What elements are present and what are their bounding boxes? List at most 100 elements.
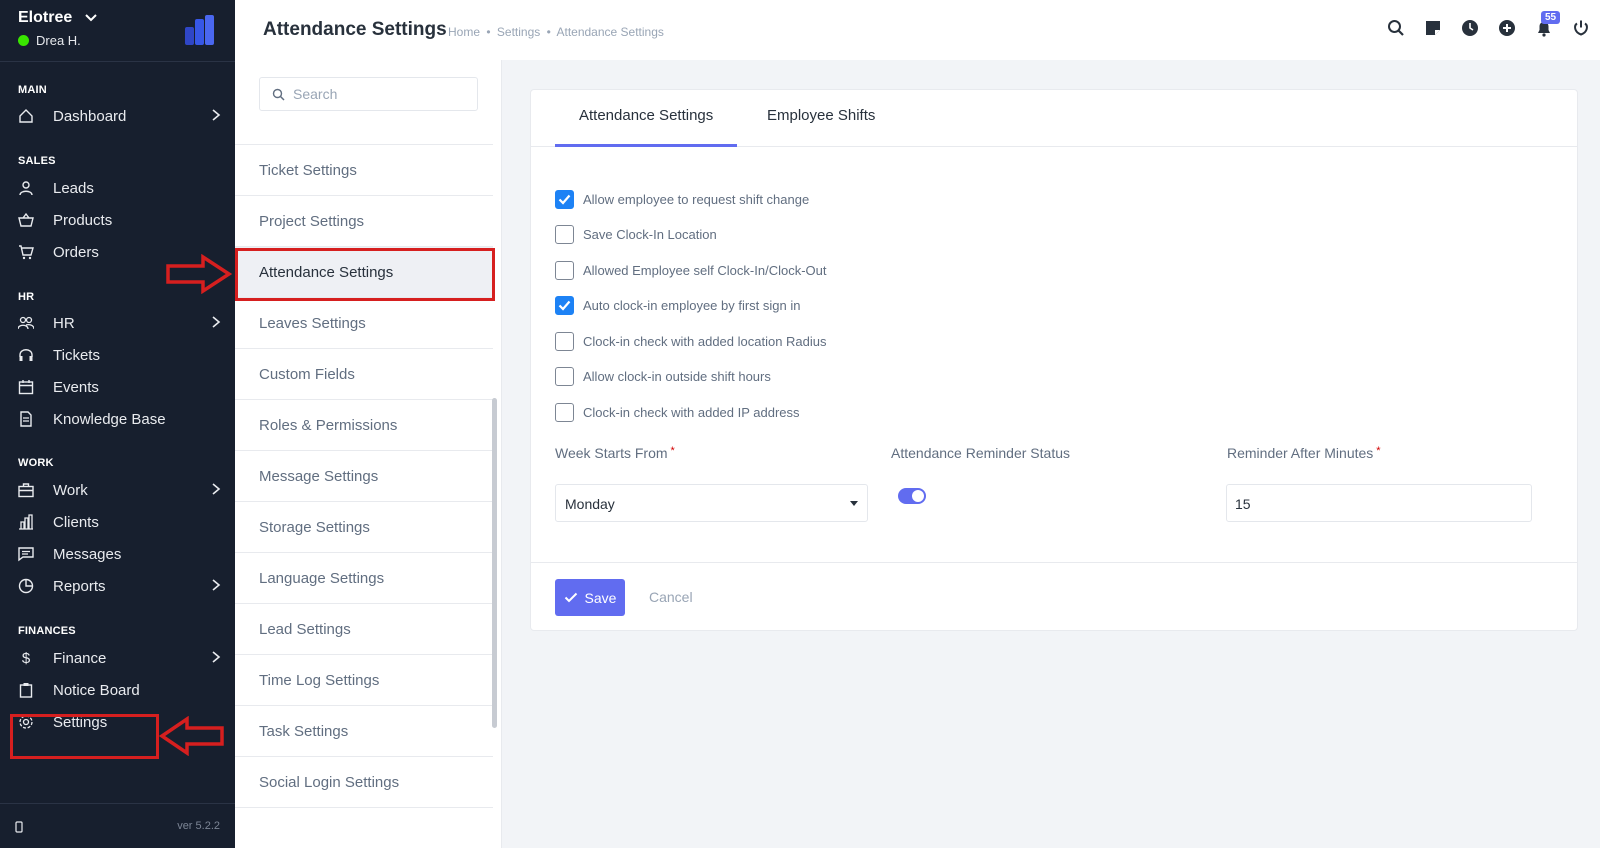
settings-menu-item-task[interactable]: Task Settings — [235, 706, 493, 757]
checkbox-unchecked[interactable] — [555, 367, 574, 386]
week-starts-label: Week Starts From * — [555, 445, 675, 461]
sidebar-item-work[interactable]: Work — [0, 475, 235, 505]
checkbox-unchecked[interactable] — [555, 261, 574, 280]
settings-menu-item-language[interactable]: Language Settings — [235, 553, 493, 604]
add-icon[interactable] — [1498, 19, 1516, 37]
checkbox-row[interactable]: Allow employee to request shift change — [555, 190, 809, 209]
required-mark: * — [1376, 445, 1381, 457]
building-icon — [17, 514, 35, 530]
sidebar-item-label: HR — [53, 314, 75, 332]
breadcrumb-separator: • — [546, 25, 551, 39]
checkbox-row[interactable]: Clock-in check with added IP address — [555, 403, 800, 422]
sidebar-item-label: Messages — [53, 545, 122, 563]
sidebar-item-leads[interactable]: Leads — [0, 173, 235, 203]
chevron-right-icon — [211, 578, 221, 596]
settings-menu-item-lead[interactable]: Lead Settings — [235, 604, 493, 655]
save-button[interactable]: Save — [555, 579, 625, 616]
breadcrumb-home[interactable]: Home — [448, 25, 480, 39]
sticky-note-icon[interactable] — [1424, 19, 1442, 37]
search-icon[interactable] — [1387, 19, 1405, 37]
pie-chart-icon — [17, 578, 35, 594]
sidebar-item-hr[interactable]: HR — [0, 308, 235, 338]
checkbox-label: Auto clock-in employee by first sign in — [583, 298, 801, 313]
breadcrumb-current: Attendance Settings — [556, 25, 664, 39]
sidebar-item-products[interactable]: Products — [0, 205, 235, 235]
checkbox-unchecked[interactable] — [555, 403, 574, 422]
mobile-icon[interactable] — [15, 820, 23, 838]
sidebar-item-clients[interactable]: Clients — [0, 507, 235, 537]
sidebar-item-label: Reports — [53, 577, 106, 595]
sidebar-item-messages[interactable]: Messages — [0, 539, 235, 569]
checkbox-row[interactable]: Auto clock-in employee by first sign in — [555, 296, 800, 315]
bell-icon[interactable]: 55 — [1535, 11, 1561, 37]
chat-icon — [17, 546, 35, 562]
checkbox-label: Save Clock-In Location — [583, 227, 717, 242]
checkbox-checked[interactable] — [555, 296, 574, 315]
sidebar-item-events[interactable]: Events — [0, 372, 235, 402]
settings-menu-item-storage[interactable]: Storage Settings — [235, 502, 493, 553]
reminder-minutes-input[interactable]: 15 — [1226, 484, 1532, 522]
settings-menu-item-roles[interactable]: Roles & Permissions — [235, 400, 493, 451]
settings-menu-item-leaves[interactable]: Leaves Settings — [235, 298, 493, 349]
reminder-minutes-value: 15 — [1235, 496, 1251, 512]
breadcrumb-separator: • — [486, 25, 491, 39]
sidebar-item-finance[interactable]: $ Finance — [0, 643, 235, 673]
sidebar-item-knowledge-base[interactable]: Knowledge Base — [0, 404, 235, 434]
power-icon[interactable] — [1572, 19, 1590, 37]
settings-search-input[interactable] — [293, 86, 463, 102]
checkbox-checked[interactable] — [555, 190, 574, 209]
section-finances: FINANCES — [18, 625, 76, 637]
highlight-box — [10, 714, 159, 759]
sidebar-item-tickets[interactable]: Tickets — [0, 340, 235, 370]
person-icon — [17, 180, 35, 196]
chevron-right-icon — [211, 482, 221, 500]
checkbox-unchecked[interactable] — [555, 332, 574, 351]
section-work: WORK — [18, 457, 54, 469]
user-status[interactable]: Drea H. — [18, 33, 81, 48]
sidebar-item-label: Tickets — [53, 346, 100, 364]
settings-menu-item-partial[interactable] — [235, 128, 493, 145]
tab-attendance-settings[interactable]: Attendance Settings — [555, 107, 737, 147]
cancel-button[interactable]: Cancel — [649, 589, 693, 605]
checkbox-unchecked[interactable] — [555, 225, 574, 244]
breadcrumb-settings[interactable]: Settings — [497, 25, 540, 39]
cart-icon — [17, 244, 35, 260]
sidebar-item-notice-board[interactable]: Notice Board — [0, 675, 235, 705]
settings-menu-item-social-login[interactable]: Social Login Settings — [235, 757, 493, 808]
topbar: Attendance Settings Home • Settings • At… — [235, 0, 1600, 60]
checkbox-row[interactable]: Allowed Employee self Clock-In/Clock-Out — [555, 261, 826, 280]
settings-menu-scrollbar[interactable] — [491, 128, 497, 848]
settings-menu-item-custom-fields[interactable]: Custom Fields — [235, 349, 493, 400]
settings-menu-item-project[interactable]: Project Settings — [235, 196, 493, 247]
checkbox-label: Allow employee to request shift change — [583, 192, 810, 207]
settings-menu-item-message[interactable]: Message Settings — [235, 451, 493, 502]
clock-icon[interactable] — [1461, 19, 1479, 37]
clipboard-icon — [17, 682, 35, 698]
sidebar-item-dashboard[interactable]: Dashboard — [0, 101, 235, 131]
settings-menu-item-ticket[interactable]: Ticket Settings — [235, 145, 493, 196]
section-hr: HR — [18, 291, 35, 303]
reminder-status-toggle[interactable] — [898, 488, 926, 504]
week-starts-select[interactable]: Monday — [555, 484, 868, 522]
scrollbar-thumb[interactable] — [492, 398, 497, 728]
tab-employee-shifts[interactable]: Employee Shifts — [767, 107, 875, 147]
sidebar-item-label: Notice Board — [53, 681, 140, 699]
company-switcher[interactable]: Elotree — [18, 9, 97, 27]
sidebar-item-label: Products — [53, 211, 113, 229]
calendar-icon — [17, 379, 35, 395]
dollar-icon: $ — [21, 649, 31, 667]
settings-menu-item-time-log[interactable]: Time Log Settings — [235, 655, 493, 706]
sidebar-item-label: Finance — [53, 649, 107, 667]
checkbox-label: Allow clock-in outside shift hours — [583, 369, 771, 384]
sidebar-item-reports[interactable]: Reports — [0, 571, 235, 601]
sidebar-item-label: Orders — [53, 243, 99, 261]
save-label: Save — [584, 589, 617, 606]
sidebar-footer: ver 5.2.2 — [0, 803, 235, 848]
check-icon — [564, 590, 578, 606]
toggle-knob — [912, 490, 924, 502]
checkbox-row[interactable]: Clock-in check with added location Radiu… — [555, 332, 827, 351]
checkbox-row[interactable]: Allow clock-in outside shift hours — [555, 367, 771, 386]
chevron-right-icon — [211, 650, 221, 668]
checkbox-row[interactable]: Save Clock-In Location — [555, 225, 717, 244]
week-starts-label-text: Week Starts From — [555, 445, 668, 461]
